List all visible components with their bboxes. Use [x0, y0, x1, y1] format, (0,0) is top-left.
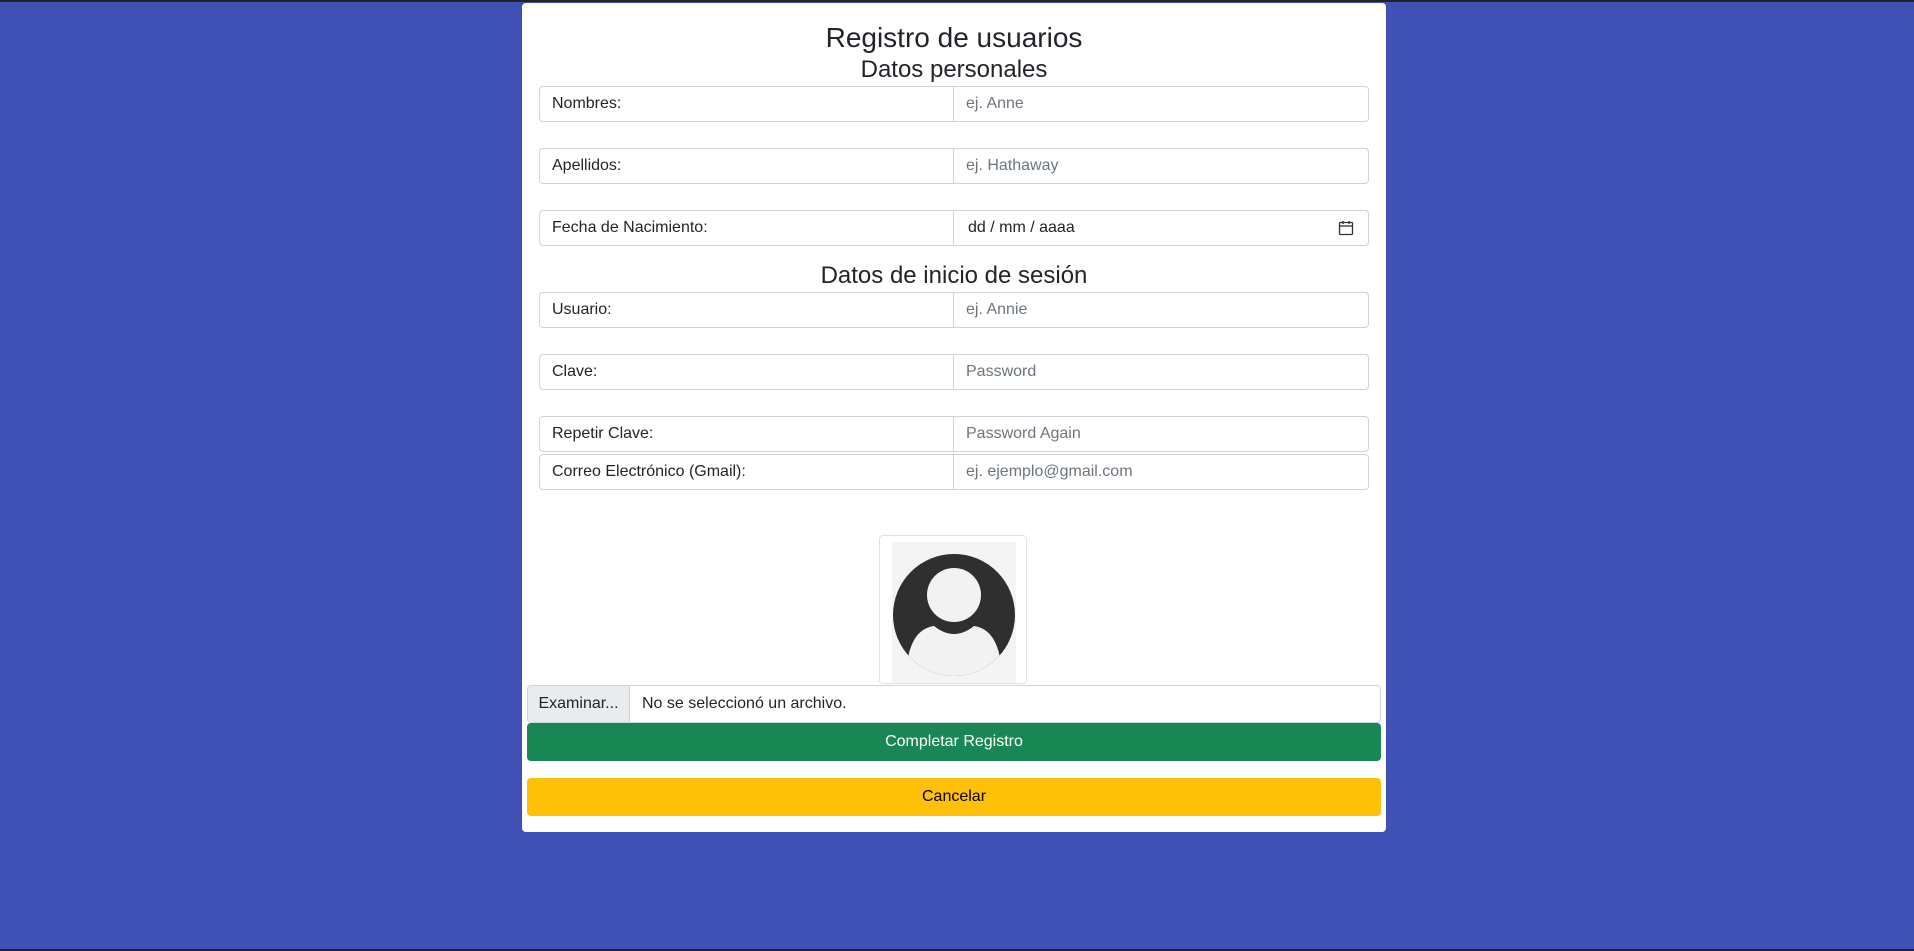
browse-button[interactable]: Examinar...	[528, 686, 630, 722]
repetir-clave-input[interactable]	[954, 416, 1369, 452]
apellidos-input[interactable]	[954, 148, 1369, 184]
correo-label: Correo Electrónico (Gmail):	[539, 454, 954, 490]
fecha-date-input[interactable]: dd / mm / aaaa	[954, 210, 1369, 246]
cancel-button[interactable]: Cancelar	[527, 778, 1381, 816]
nombres-input[interactable]	[954, 86, 1369, 122]
correo-group: Correo Electrónico (Gmail):	[539, 454, 1369, 490]
usuario-group: Usuario:	[539, 292, 1369, 328]
file-input[interactable]: Examinar... No se seleccionó un archivo.	[527, 685, 1381, 723]
calendar-icon[interactable]	[1338, 220, 1354, 236]
section-title-login: Datos de inicio de sesión	[820, 262, 1088, 289]
section-title-personal: Datos personales	[860, 56, 1048, 83]
clave-label: Clave:	[539, 354, 954, 390]
usuario-input[interactable]	[954, 292, 1369, 328]
usuario-label: Usuario:	[539, 292, 954, 328]
fecha-format-text: dd / mm / aaaa	[968, 219, 1075, 236]
repetir-clave-label: Repetir Clave:	[539, 416, 954, 452]
fecha-group: Fecha de Nacimiento: dd / mm / aaaa	[539, 210, 1369, 246]
fecha-label: Fecha de Nacimiento:	[539, 210, 954, 246]
clave-group: Clave:	[539, 354, 1369, 390]
apellidos-group: Apellidos:	[539, 148, 1369, 184]
avatar-preview	[879, 535, 1027, 684]
nombres-group: Nombres:	[539, 86, 1369, 122]
avatar-background	[892, 542, 1016, 683]
correo-input[interactable]	[954, 454, 1369, 490]
window-top-border	[0, 0, 1914, 2]
repetir-clave-group: Repetir Clave:	[539, 416, 1369, 452]
user-avatar-icon	[893, 554, 1015, 676]
apellidos-label: Apellidos:	[539, 148, 954, 184]
complete-registration-button[interactable]: Completar Registro	[527, 723, 1381, 761]
nombres-label: Nombres:	[539, 86, 954, 122]
file-status-text: No se seleccionó un archivo.	[642, 695, 847, 712]
registration-card: Registro de usuarios Datos personales No…	[522, 3, 1386, 832]
page-title: Registro de usuarios	[825, 22, 1083, 53]
clave-input[interactable]	[954, 354, 1369, 390]
